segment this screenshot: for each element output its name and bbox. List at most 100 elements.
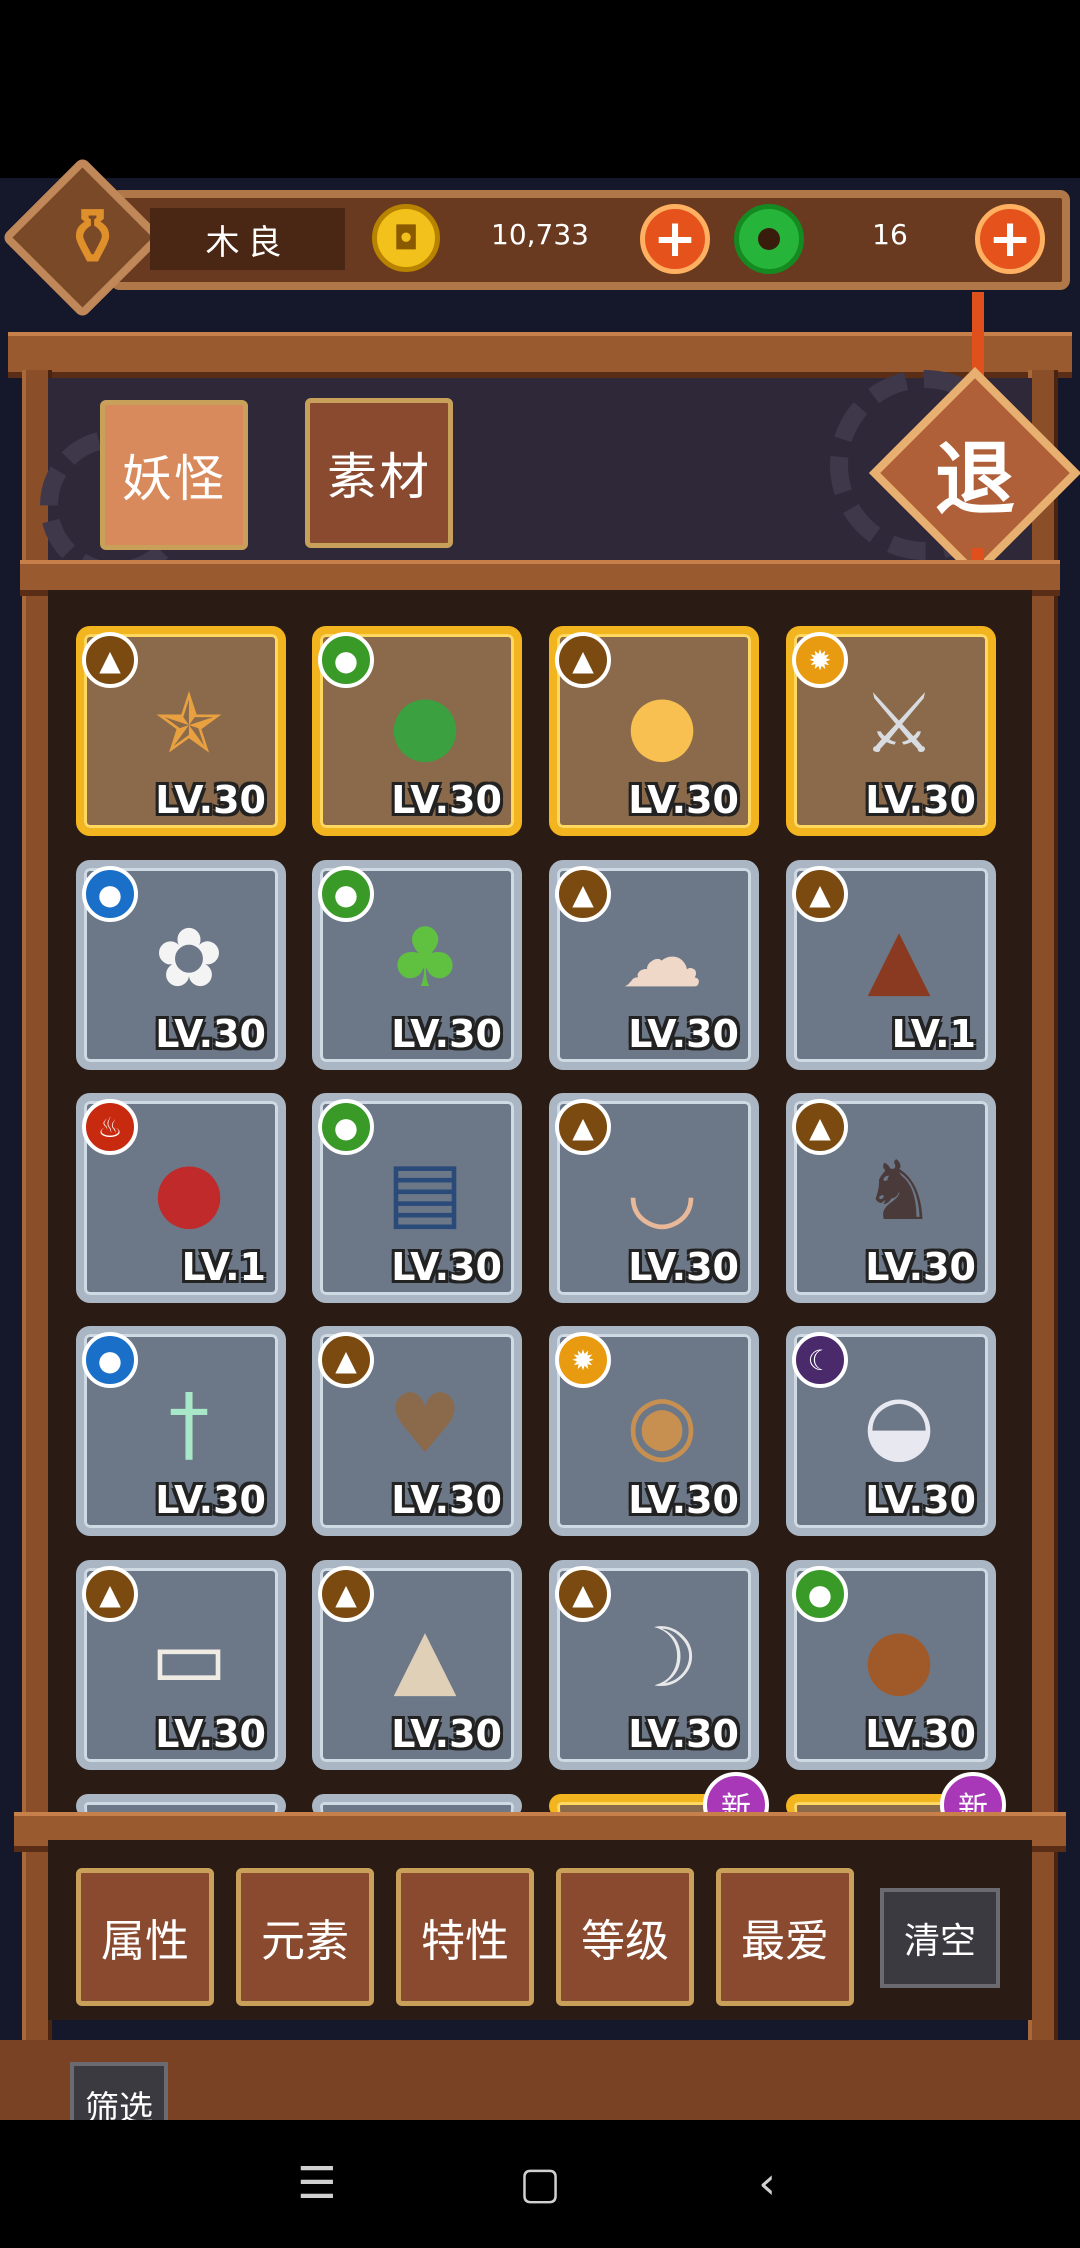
fire-element-icon: ♨ bbox=[82, 1099, 138, 1155]
yokai-sprite-icon: ▲ bbox=[867, 910, 931, 1006]
jade-count: 16 bbox=[872, 218, 908, 251]
card-level: LV.30 bbox=[628, 778, 739, 822]
sun-element-icon: ✹ bbox=[792, 632, 848, 688]
wood-element-icon: ● bbox=[792, 1566, 848, 1622]
earth-element-icon: ▲ bbox=[792, 1099, 848, 1155]
yokai-card[interactable]: ♞ ▲ LV.30 bbox=[786, 1093, 996, 1303]
card-level: LV.30 bbox=[628, 1712, 739, 1756]
coin-count: 10,733 bbox=[491, 218, 589, 251]
card-level: LV.1 bbox=[891, 1012, 976, 1056]
yokai-card[interactable]: ▲ ▲ LV.1 bbox=[786, 860, 996, 1070]
water-element-icon: ● bbox=[82, 866, 138, 922]
yokai-card[interactable]: ⚔ ✹ LV.30 bbox=[786, 626, 996, 836]
home-icon[interactable]: ▢ bbox=[515, 2158, 565, 2209]
yokai-sprite-icon: ♥ bbox=[388, 1376, 462, 1472]
yokai-sprite-icon: ☽ bbox=[625, 1610, 699, 1706]
yokai-sprite-icon: ⚔ bbox=[862, 676, 936, 772]
yokai-card[interactable]: ◉ ✹ LV.30 bbox=[549, 1326, 759, 1536]
yokai-sprite-icon: ▭ bbox=[150, 1610, 228, 1706]
tab-yokai[interactable]: 妖怪 bbox=[100, 400, 248, 550]
card-level: LV.30 bbox=[391, 1245, 502, 1289]
yokai-sprite-icon: ✿ bbox=[154, 910, 224, 1006]
yokai-card[interactable]: ● ♨ LV.1 bbox=[76, 1093, 286, 1303]
filter-attribute-button[interactable]: 属性 bbox=[76, 1868, 214, 2006]
coin-icon: ◘ bbox=[372, 204, 440, 272]
card-level: LV.30 bbox=[155, 1712, 266, 1756]
earth-element-icon: ▲ bbox=[318, 1332, 374, 1388]
yokai-sprite-icon: ◉ bbox=[626, 1376, 698, 1472]
card-level: LV.30 bbox=[155, 1012, 266, 1056]
menu-icon[interactable]: ☰ bbox=[292, 2158, 342, 2209]
earth-element-icon: ▲ bbox=[555, 866, 611, 922]
card-level: LV.30 bbox=[391, 1012, 502, 1056]
right-post bbox=[1028, 370, 1058, 2050]
moon-element-icon: ☾ bbox=[792, 1332, 848, 1388]
player-name: 木良 bbox=[150, 208, 345, 270]
yokai-card[interactable]: ☁ ▲ LV.30 bbox=[549, 860, 759, 1070]
yokai-sprite-icon: ● bbox=[863, 1610, 935, 1706]
card-level: LV.1 bbox=[181, 1245, 266, 1289]
wood-element-icon: ● bbox=[318, 632, 374, 688]
status-bar-area bbox=[0, 0, 1080, 178]
earth-element-icon: ▲ bbox=[555, 1566, 611, 1622]
clear-button[interactable]: 清空 bbox=[880, 1888, 1000, 1988]
filter-element-button[interactable]: 元素 bbox=[236, 1868, 374, 2006]
yokai-card[interactable]: ✿ ● LV.30 bbox=[76, 860, 286, 1070]
yokai-card[interactable]: † ● LV.30 bbox=[76, 1326, 286, 1536]
add-jade-button[interactable]: + bbox=[975, 204, 1045, 274]
card-level: LV.30 bbox=[865, 778, 976, 822]
yokai-sprite-icon: ♞ bbox=[862, 1143, 936, 1239]
yokai-card[interactable]: ▭ ▲ LV.30 bbox=[76, 1560, 286, 1770]
yokai-card[interactable]: ▤ ● LV.30 bbox=[312, 1093, 522, 1303]
sun-element-icon: ✹ bbox=[555, 1332, 611, 1388]
card-level: LV.30 bbox=[865, 1712, 976, 1756]
add-coins-button[interactable]: + bbox=[640, 204, 710, 274]
filter-level-button[interactable]: 等级 bbox=[556, 1868, 694, 2006]
back-icon[interactable]: ‹ bbox=[742, 2158, 792, 2209]
yokai-card[interactable]: ✯ ▲ LV.30 bbox=[76, 626, 286, 836]
yokai-sprite-icon: ● bbox=[389, 676, 461, 772]
yokai-card[interactable]: ◒ ☾ LV.30 bbox=[786, 1326, 996, 1536]
card-level: LV.30 bbox=[865, 1245, 976, 1289]
yokai-card[interactable]: ● ● LV.30 bbox=[312, 626, 522, 836]
yokai-card[interactable]: ● ● LV.30 bbox=[786, 1560, 996, 1770]
earth-element-icon: ▲ bbox=[318, 1566, 374, 1622]
water-element-icon: ● bbox=[82, 1332, 138, 1388]
yokai-card[interactable]: ☽ ▲ LV.30 bbox=[549, 1560, 759, 1770]
earth-element-icon: ▲ bbox=[792, 866, 848, 922]
yokai-card[interactable]: ◡ ▲ LV.30 bbox=[549, 1093, 759, 1303]
wood-element-icon: ● bbox=[318, 866, 374, 922]
earth-element-icon: ▲ bbox=[82, 632, 138, 688]
tab-materials[interactable]: 素材 bbox=[305, 398, 453, 548]
yokai-sprite-icon: † bbox=[168, 1376, 210, 1472]
gourd-avatar-icon[interactable]: ⚱ bbox=[30, 175, 155, 300]
card-level: LV.30 bbox=[628, 1478, 739, 1522]
yokai-card[interactable]: ♣ ● LV.30 bbox=[312, 860, 522, 1070]
card-level: LV.30 bbox=[155, 778, 266, 822]
earth-element-icon: ▲ bbox=[555, 632, 611, 688]
yokai-sprite-icon: ♣ bbox=[388, 910, 462, 1006]
card-level: LV.30 bbox=[391, 1712, 502, 1756]
yokai-sprite-icon: ▲ bbox=[393, 1610, 457, 1706]
wood-element-icon: ● bbox=[318, 1099, 374, 1155]
yokai-sprite-icon: ☁ bbox=[621, 910, 703, 1006]
card-level: LV.30 bbox=[628, 1012, 739, 1056]
yokai-sprite-icon: ● bbox=[626, 676, 698, 772]
filter-favorite-button[interactable]: 最爱 bbox=[716, 1868, 854, 2006]
yokai-card[interactable]: ▲ ▲ LV.30 bbox=[312, 1560, 522, 1770]
card-level: LV.30 bbox=[391, 778, 502, 822]
earth-element-icon: ▲ bbox=[555, 1099, 611, 1155]
exit-button[interactable]: 退 bbox=[900, 398, 1050, 548]
yokai-card[interactable]: ● ▲ LV.30 bbox=[549, 626, 759, 836]
card-level: LV.30 bbox=[865, 1478, 976, 1522]
earth-element-icon: ▲ bbox=[82, 1566, 138, 1622]
card-level: LV.30 bbox=[155, 1478, 266, 1522]
yokai-sprite-icon: ◡ bbox=[626, 1143, 698, 1239]
yokai-sprite-icon: ✯ bbox=[154, 676, 224, 772]
card-level: LV.30 bbox=[391, 1478, 502, 1522]
yokai-sprite-icon: ▤ bbox=[386, 1143, 464, 1239]
yokai-sprite-icon: ● bbox=[153, 1143, 225, 1239]
filter-trait-button[interactable]: 特性 bbox=[396, 1868, 534, 2006]
yokai-card[interactable]: ♥ ▲ LV.30 bbox=[312, 1326, 522, 1536]
jade-icon bbox=[734, 204, 804, 274]
